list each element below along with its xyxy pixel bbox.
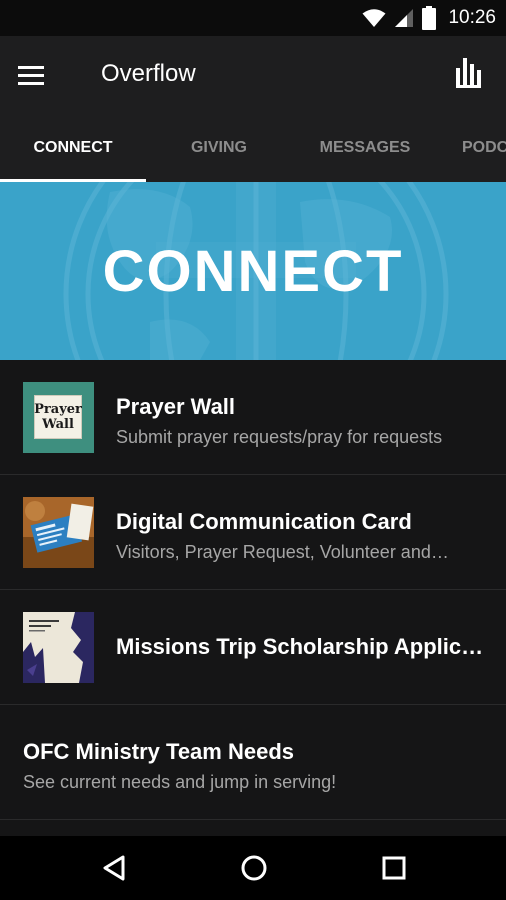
signal-icon xyxy=(395,9,414,27)
status-bar: 10:26 xyxy=(0,0,506,36)
tab-bar: CONNECT GIVING MESSAGES PODC xyxy=(0,114,506,182)
status-time: 10:26 xyxy=(448,7,496,28)
list-item-digital-communication-card[interactable]: Digital Communication Card Visitors, Pra… xyxy=(0,475,506,590)
item-title: Missions Trip Scholarship Applic… xyxy=(116,634,484,659)
battery-icon xyxy=(422,6,437,30)
home-icon[interactable] xyxy=(232,850,276,886)
prayer-wall-thumbnail: Prayer Wall xyxy=(23,382,94,453)
hamburger-menu-icon[interactable] xyxy=(18,58,54,92)
item-subtitle: See current needs and jump in serving! xyxy=(23,772,337,792)
list-item-missions-trip-scholarship[interactable]: Missions Trip Scholarship Applic… xyxy=(0,590,506,705)
tab-podcasts[interactable]: PODC xyxy=(438,114,506,182)
recent-apps-icon[interactable] xyxy=(372,850,416,886)
tab-giving[interactable]: GIVING xyxy=(146,114,292,182)
item-title: Prayer Wall xyxy=(116,394,236,419)
item-title: Digital Communication Card xyxy=(116,509,412,534)
list-item-ofc-ministry-team-needs[interactable]: OFC Ministry Team Needs See current need… xyxy=(0,705,506,820)
status-icons: 10:26 xyxy=(362,0,496,36)
item-title: OFC Ministry Team Needs xyxy=(23,739,294,764)
back-icon[interactable] xyxy=(92,850,136,886)
connect-list: Prayer Wall Prayer Wall Submit prayer re… xyxy=(0,360,506,820)
communication-card-thumbnail xyxy=(23,497,94,568)
wifi-icon xyxy=(362,9,386,27)
tab-connect[interactable]: CONNECT xyxy=(0,114,146,182)
bar-chart-icon[interactable] xyxy=(454,56,488,92)
banner-title: CONNECT xyxy=(102,239,404,304)
system-nav-bar xyxy=(0,836,506,900)
missions-trip-thumbnail xyxy=(23,612,94,683)
tab-messages[interactable]: MESSAGES xyxy=(292,114,438,182)
app-title: Overflow xyxy=(101,60,196,87)
item-subtitle: Visitors, Prayer Request, Volunteer and… xyxy=(116,542,449,562)
connect-banner: CONNECT xyxy=(0,182,506,360)
item-subtitle: Submit prayer requests/pray for requests xyxy=(116,427,443,447)
app-bar: Overflow xyxy=(0,36,506,114)
list-item-prayer-wall[interactable]: Prayer Wall Prayer Wall Submit prayer re… xyxy=(0,360,506,475)
